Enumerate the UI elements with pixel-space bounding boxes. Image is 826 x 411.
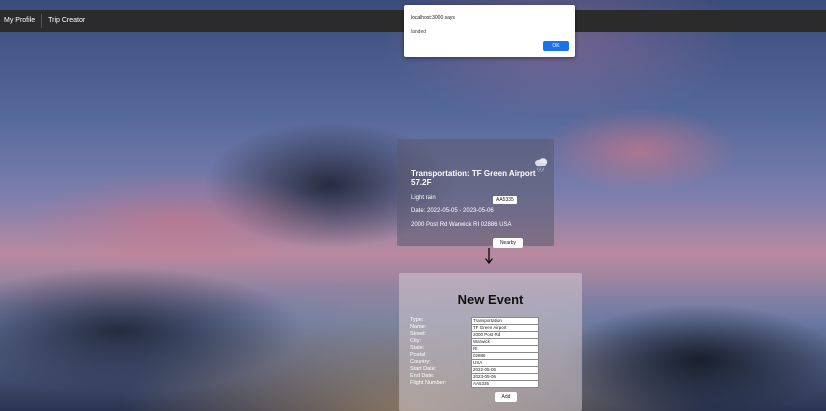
weather-card: Transportation: TF Green Airport 57.2F L… [397, 139, 554, 246]
page-background: My Profile Trip Creator localhost:3000 s… [0, 0, 826, 411]
flight-number-label: Flight Number: [410, 380, 447, 386]
nav-my-profile[interactable]: My Profile [0, 10, 41, 32]
alert-dialog: localhost:3000 says landed OK [404, 5, 575, 57]
add-button[interactable]: Add [495, 392, 517, 402]
form-row-end-date: End Date: [410, 373, 580, 381]
form-row-country: Country: [410, 359, 580, 367]
rain-cloud-icon [535, 158, 548, 173]
alert-title: localhost:3000 says [411, 15, 455, 21]
state-label: State: [410, 345, 425, 351]
end-date-label: End Date: [410, 373, 435, 379]
form-row-street: Street: [410, 331, 580, 339]
arrow-down-icon [484, 248, 494, 265]
form-row-city: City: [410, 338, 580, 346]
form-row-type: Type: [410, 317, 580, 325]
event-address: 2000 Post Rd Warwick RI 02886 USA [411, 222, 512, 228]
street-label: Street: [410, 331, 427, 337]
alert-ok-button[interactable]: OK [543, 41, 569, 51]
temperature: 57.2F [411, 178, 432, 187]
form-row-state: State: [410, 345, 580, 353]
type-label: Type: [410, 317, 424, 323]
flight-number-badge: AA5335 [493, 196, 517, 204]
form-row-start-date: Start Date: [410, 366, 580, 374]
form-title: New Event [457, 292, 524, 307]
form-row-name: Name: [410, 324, 580, 332]
new-event-form: New Event Type: Name: Street: City: Stat… [399, 273, 582, 411]
city-label: City: [410, 338, 421, 344]
event-dates: Date: 2022-05-05 - 2023-05-06 [411, 208, 494, 214]
name-label: Name: [410, 324, 427, 330]
nearby-button[interactable]: Nearby [493, 238, 523, 248]
nav-trip-creator[interactable]: Trip Creator [42, 10, 91, 32]
country-label: Country: [410, 359, 431, 365]
weather-condition: Light rain [411, 195, 436, 201]
event-title: Transportation: TF Green Airport [411, 169, 536, 178]
form-row-flight-number: Flight Number: [410, 380, 580, 388]
postal-label: Postal: [410, 352, 427, 358]
form-row-postal: Postal: [410, 352, 580, 360]
weather-card-title: Transportation: TF Green Airport 57.2F [411, 169, 536, 187]
start-date-label: Start Date: [410, 366, 437, 372]
flight-number-input[interactable] [471, 380, 539, 388]
alert-message: landed [411, 29, 427, 35]
